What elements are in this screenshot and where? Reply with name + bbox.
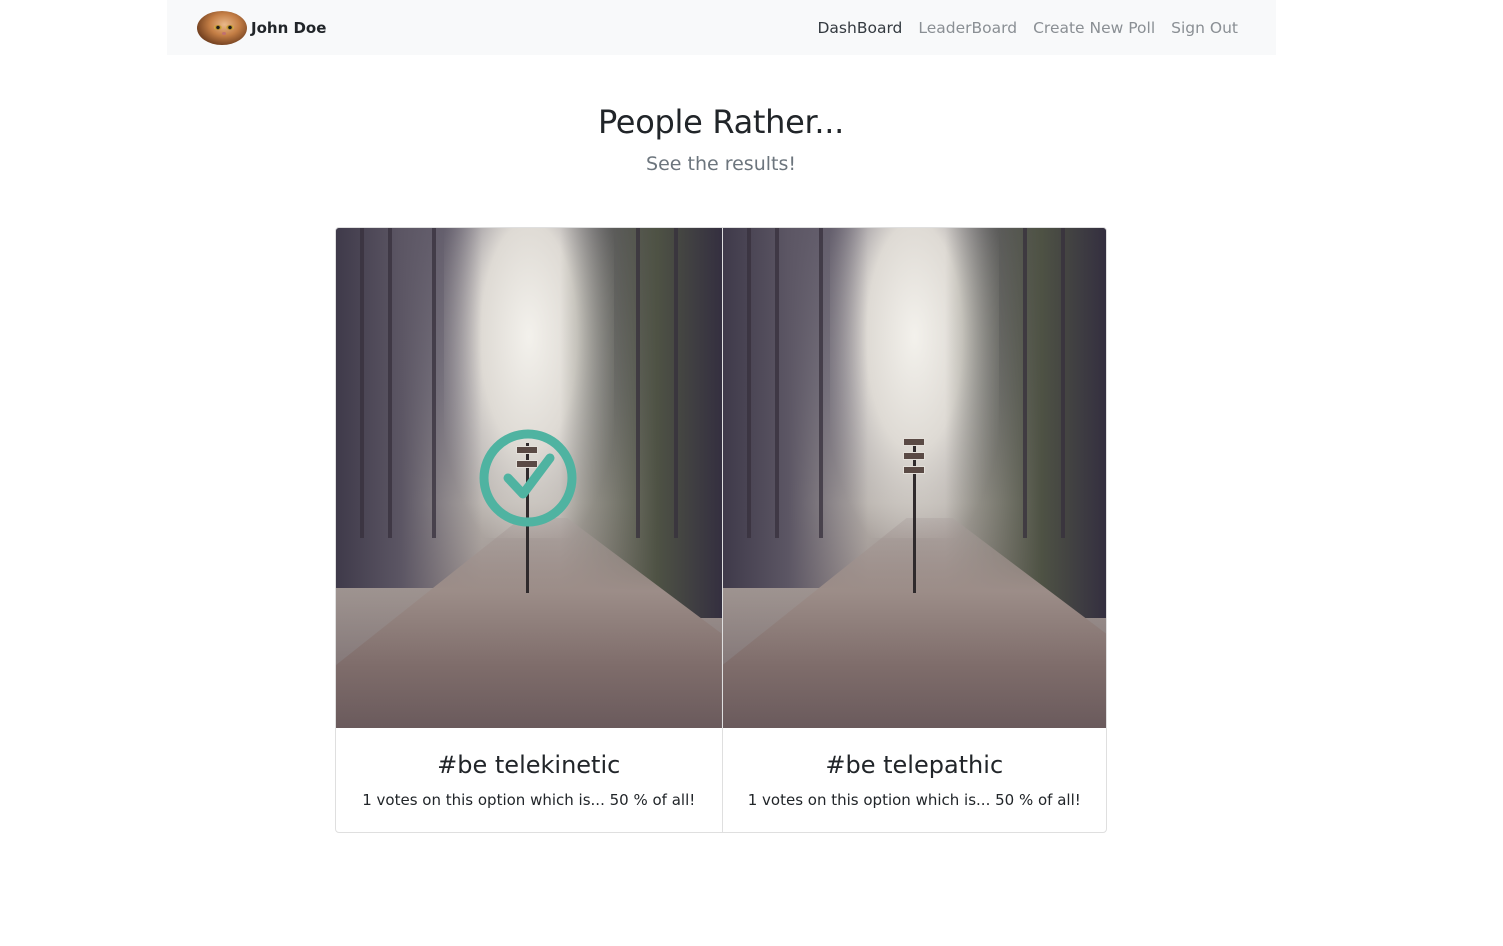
avatar-eye-right [226, 24, 234, 30]
nav-sign-out[interactable]: Sign Out [1171, 19, 1238, 37]
image-trees-left [336, 228, 483, 588]
avatar-eye-left [214, 24, 222, 30]
page-subtitle: See the results! [646, 153, 796, 175]
image-signboard [902, 452, 925, 460]
option-result-1: 1 votes on this option which is... 50 % … [362, 791, 696, 809]
nav-dashboard[interactable]: DashBoard [818, 19, 903, 37]
top-navbar: John Doe DashBoard LeaderBoard Create Ne… [167, 0, 1276, 55]
poll-results: #be telekinetic 1 votes on this option w… [335, 227, 1107, 833]
user-name: John Doe [251, 18, 327, 37]
option-card-2[interactable]: #be telepathic 1 votes on this option wh… [721, 228, 1107, 832]
image-trunk [774, 228, 779, 538]
image-signpost [912, 438, 916, 593]
image-trees-left [722, 228, 869, 588]
option-image-2 [722, 228, 1106, 728]
option-image-1 [336, 228, 722, 728]
image-trunk [1060, 228, 1065, 538]
image-trunk [636, 228, 640, 538]
option-title-2: #be telepathic [825, 751, 1004, 779]
avatar-nose [222, 31, 226, 35]
option-title-1: #be telekinetic [437, 751, 621, 779]
image-trunk [432, 228, 436, 538]
user-avatar[interactable] [197, 10, 247, 45]
option-card-1[interactable]: #be telekinetic 1 votes on this option w… [336, 228, 722, 832]
image-trunk [1022, 228, 1027, 538]
image-signboard [902, 466, 925, 474]
nav-leaderboard[interactable]: LeaderBoard [918, 19, 1017, 37]
nav-create-new-poll[interactable]: Create New Poll [1033, 19, 1155, 37]
image-trunk [818, 228, 823, 538]
option-body-2: #be telepathic 1 votes on this option wh… [723, 728, 1107, 832]
option-body-1: #be telekinetic 1 votes on this option w… [336, 728, 722, 832]
option-result-2: 1 votes on this option which is... 50 % … [747, 791, 1081, 809]
check-circle-icon [479, 429, 577, 527]
page-title: People Rather... [597, 103, 845, 141]
image-trunk [360, 228, 364, 538]
image-trunk [746, 228, 751, 538]
image-trunk [674, 228, 678, 538]
image-trunk [388, 228, 392, 538]
nav-links: DashBoard LeaderBoard Create New Poll Si… [818, 19, 1239, 37]
image-signboard [902, 438, 925, 446]
user-profile[interactable]: John Doe [197, 10, 327, 45]
